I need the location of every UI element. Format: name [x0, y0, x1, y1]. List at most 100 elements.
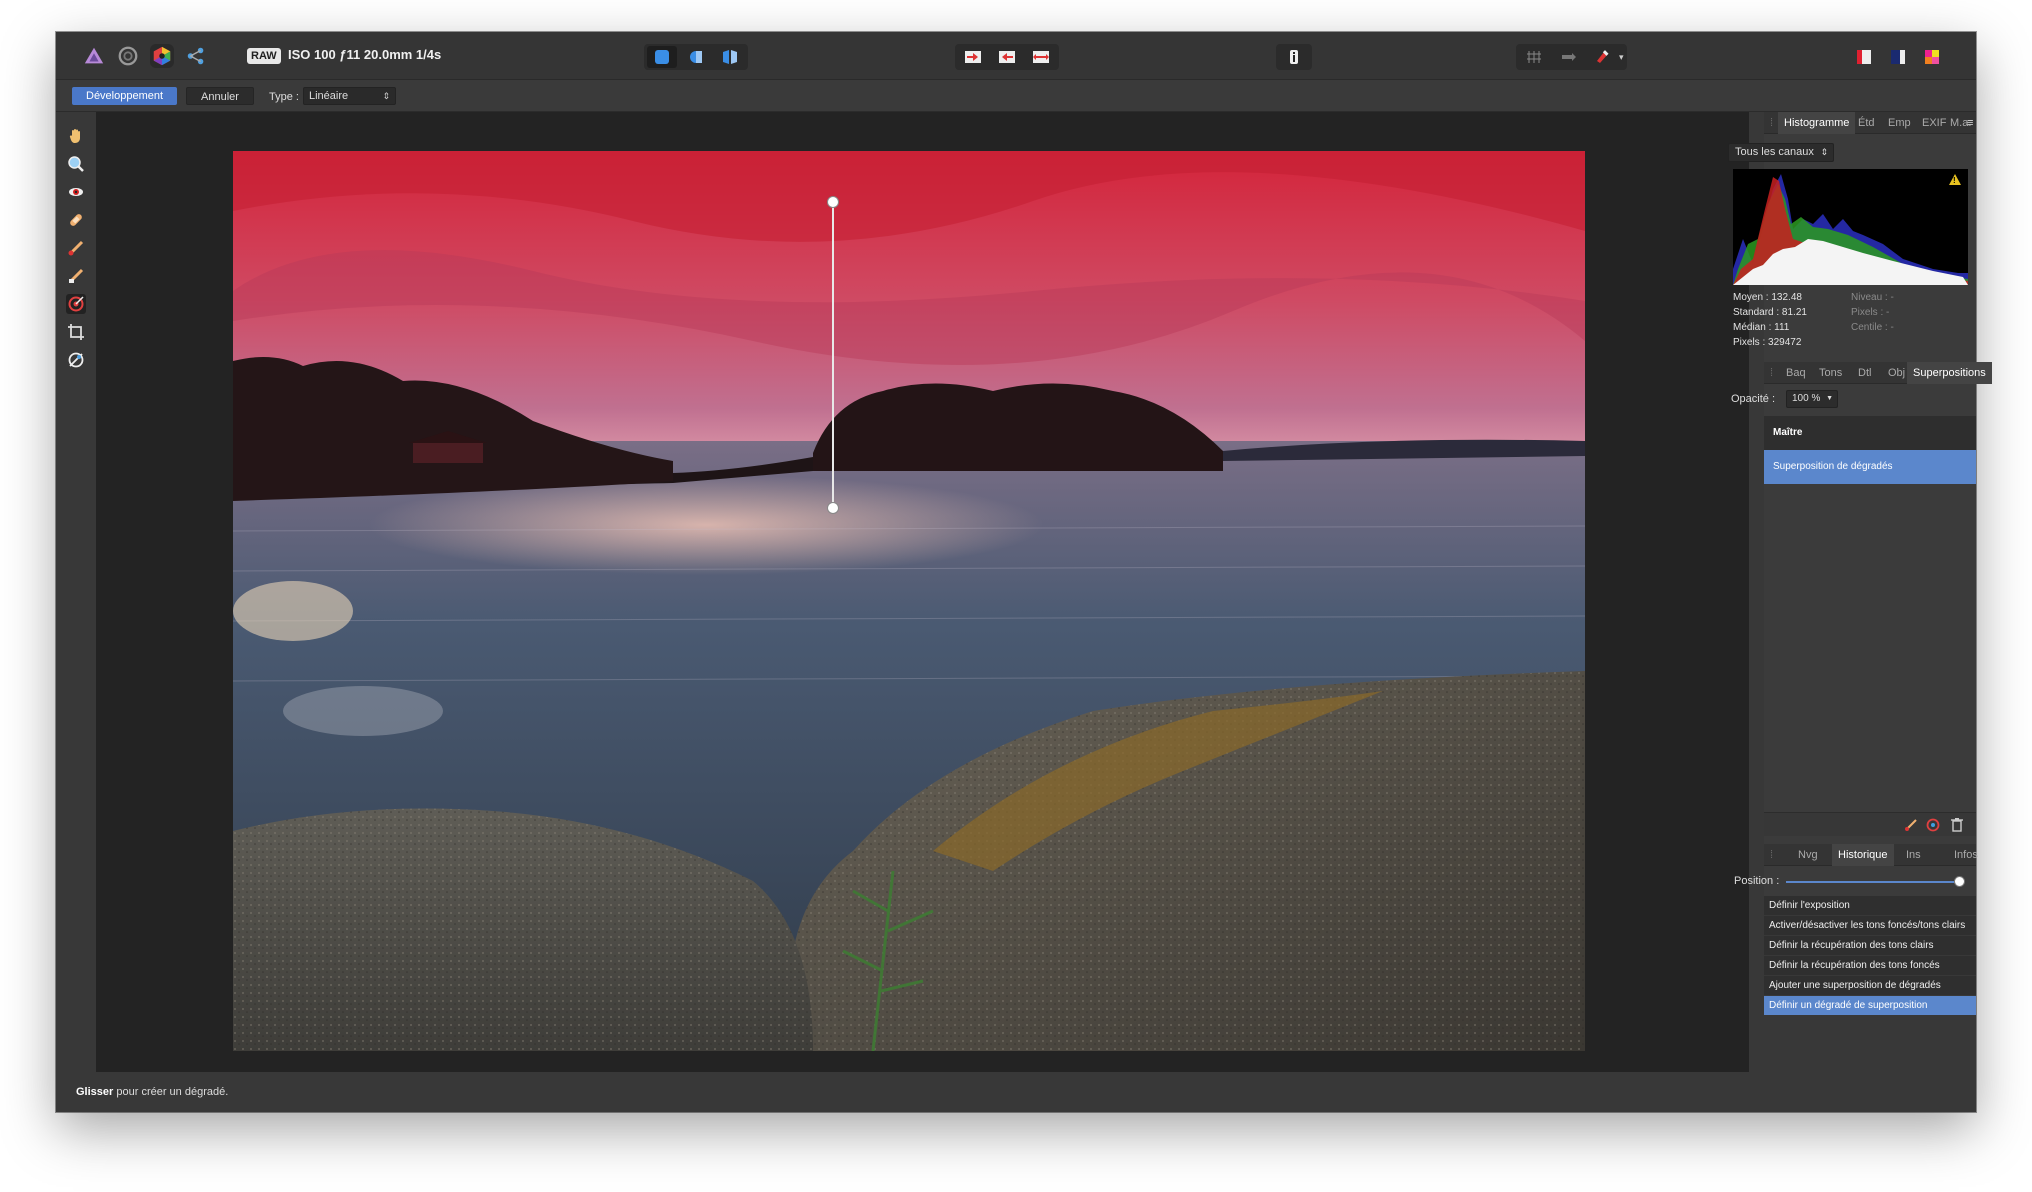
tab-baq[interactable]: Baq: [1786, 367, 1806, 379]
single-view-button[interactable]: [647, 46, 677, 68]
adjust-tabs: ⁞ Baq Tons Dtl Obj Superpositions: [1764, 362, 1992, 384]
overlay-actions-bar: [1764, 812, 1976, 836]
tab-tons[interactable]: Tons: [1819, 367, 1842, 379]
panel-grip-icon: ⁞: [1770, 117, 1774, 129]
context-toolbar: Développement Annuler Type : Linéaire ⇕: [56, 80, 1976, 112]
trash-icon[interactable]: [1950, 817, 1964, 833]
color-panel-button[interactable]: [1917, 46, 1947, 68]
tab-dtl[interactable]: Dtl: [1858, 367, 1871, 379]
crop-tool[interactable]: [66, 322, 86, 342]
red-eye-tool[interactable]: [66, 182, 86, 202]
panel-menu-icon[interactable]: ≡: [1967, 117, 1973, 129]
exif-info: ISO 100 ƒ11 20.0mm 1/4s: [288, 47, 442, 62]
clipping-highlights-button[interactable]: [958, 46, 988, 68]
history-item[interactable]: Définir l'exposition: [1764, 896, 1976, 916]
opacity-label: Opacité :: [1731, 393, 1776, 405]
tab-superpositions[interactable]: Superpositions: [1907, 362, 1992, 384]
white-balance-tool[interactable]: [66, 350, 86, 370]
blemish-tool[interactable]: [66, 210, 86, 230]
stat-pixels: Pixels : 329472: [1733, 337, 1802, 348]
crop-icon: [68, 324, 84, 340]
overlay-gradient-tool[interactable]: [66, 294, 86, 314]
stat-pixels-sel: Pixels : -: [1851, 307, 1890, 318]
tools-panel: [56, 112, 96, 1072]
channel-select[interactable]: Tous les canaux ⇕: [1728, 143, 1834, 162]
studio-right-button[interactable]: [1883, 46, 1913, 68]
gradient-start-handle[interactable]: [827, 196, 839, 208]
tab-obj[interactable]: Obj: [1888, 367, 1905, 379]
channel-value: Tous les canaux: [1735, 146, 1814, 158]
develop-button[interactable]: Développement: [72, 87, 178, 105]
history-item[interactable]: Définir un dégradé de superposition: [1764, 996, 1976, 1016]
tab-infos[interactable]: Infos: [1954, 849, 1978, 861]
tab-exif[interactable]: EXIF: [1922, 117, 1946, 129]
brush-tool[interactable]: [66, 238, 86, 258]
opacity-select[interactable]: 100 % ▼: [1786, 390, 1838, 408]
zoom-icon: [68, 156, 84, 172]
gradient-end-handle[interactable]: [827, 502, 839, 514]
split-view-button[interactable]: [681, 46, 711, 68]
color-swatch-icon: [1925, 50, 1939, 64]
hand-icon: [69, 129, 80, 143]
studio-left-button[interactable]: [1849, 46, 1879, 68]
overlay-master-row[interactable]: Maître: [1764, 416, 1976, 450]
clipping-shadows-button[interactable]: [992, 46, 1022, 68]
gradient-type-select[interactable]: Linéaire ⇕: [303, 87, 396, 105]
snapping-button[interactable]: [1587, 46, 1617, 68]
main-toolbar: RAW ISO 100 ƒ11 20.0mm 1/4s ▾: [56, 32, 1976, 80]
history-item[interactable]: Définir la récupération des tons foncés: [1764, 956, 1976, 976]
history-item[interactable]: Définir la récupération des tons clairs: [1764, 936, 1976, 956]
gradient-line[interactable]: [832, 202, 834, 508]
history-item[interactable]: Ajouter une superposition de dégradés: [1764, 976, 1976, 996]
zoom-tool[interactable]: [66, 154, 86, 174]
tab-emp[interactable]: Emp: [1888, 117, 1911, 129]
assistant-icon: [1562, 53, 1576, 61]
develop-persona-icon[interactable]: [150, 44, 174, 68]
liquify-persona-icon[interactable]: [116, 44, 140, 68]
eye-icon: [69, 188, 83, 196]
panel-grip-icon: ⁞: [1770, 367, 1774, 379]
grid-button[interactable]: [1519, 46, 1549, 68]
chevron-down-icon: ▼: [1826, 395, 1833, 402]
split-view-icon: [690, 51, 702, 63]
warning-icon: !: [1949, 174, 1961, 185]
position-slider-thumb[interactable]: [1954, 876, 1965, 887]
tab-etd[interactable]: Étd: [1858, 117, 1875, 129]
snapping-dropdown-icon[interactable]: ▾: [1619, 52, 1624, 63]
grid-icon: [1527, 51, 1541, 63]
affinity-photo-window: RAW ISO 100 ƒ11 20.0mm 1/4s ▾ Développem…: [56, 32, 1976, 1112]
position-label: Position :: [1734, 875, 1780, 887]
stat-median: Médian : 111: [1733, 322, 1790, 333]
view-tool[interactable]: [66, 126, 86, 146]
single-view-icon: [655, 50, 669, 64]
histogram-stats-left: Moyen : 132.48 Standard : 81.21 Médian :…: [1733, 290, 1807, 350]
mirror-view-button[interactable]: [715, 46, 745, 68]
studio-group: [1846, 44, 1950, 70]
histogram-graph: [1733, 169, 1968, 285]
tab-ins[interactable]: Ins: [1906, 849, 1921, 861]
opacity-value: 100 %: [1792, 393, 1821, 404]
assistant-button[interactable]: [1553, 46, 1583, 68]
info-button[interactable]: [1279, 46, 1309, 68]
stat-mean: Moyen : 132.48: [1733, 292, 1802, 303]
mask-group: [955, 44, 1059, 70]
tab-nvg[interactable]: Nvg: [1798, 849, 1818, 861]
photo-persona-icon[interactable]: [82, 44, 106, 68]
tab-histogram[interactable]: Histogramme: [1778, 112, 1856, 134]
type-label: Type :: [269, 91, 299, 103]
erase-brush-tool[interactable]: [66, 266, 86, 286]
studio-left-icon: [1857, 50, 1871, 64]
history-item[interactable]: Activer/désactiver les tons foncés/tons …: [1764, 916, 1976, 936]
export-persona-icon[interactable]: [184, 44, 208, 68]
overlay-gradient-row[interactable]: Superposition de dégradés: [1764, 450, 1976, 484]
photo-canvas[interactable]: [233, 151, 1585, 1051]
cancel-button[interactable]: Annuler: [186, 87, 254, 105]
clipping-tones-button[interactable]: [1026, 46, 1056, 68]
position-slider-track[interactable]: [1786, 881, 1964, 883]
tab-historique[interactable]: Historique: [1832, 844, 1894, 866]
status-hint-bold: Glisser: [76, 1086, 114, 1098]
add-paint-overlay-icon[interactable]: [1904, 818, 1918, 832]
add-gradient-overlay-icon[interactable]: [1926, 818, 1940, 832]
overlay-label: Superposition de dégradés: [1773, 461, 1893, 472]
magnet-icon: [1597, 50, 1609, 63]
